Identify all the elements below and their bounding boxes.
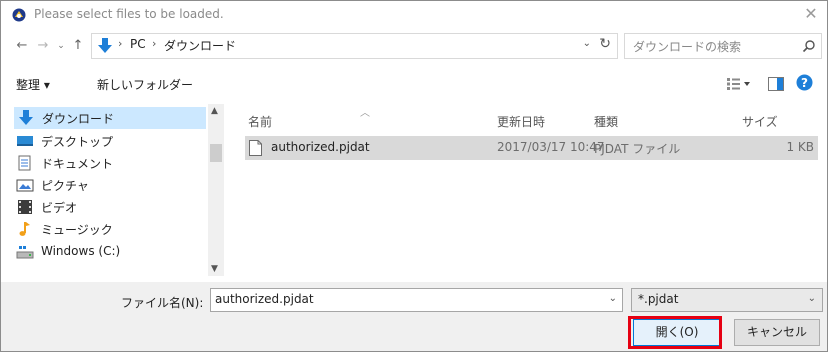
column-header-size[interactable]: サイズ: [742, 113, 778, 130]
file-size: 1 KB: [786, 140, 814, 154]
column-header-modified[interactable]: 更新日時: [497, 113, 545, 130]
back-arrow-icon[interactable]: ←: [15, 38, 29, 54]
scrollbar-thumb[interactable]: [210, 144, 222, 162]
new-folder-button[interactable]: 新しいフォルダー: [97, 76, 193, 93]
column-header-type[interactable]: 種類: [594, 113, 618, 130]
nav-item-label: ドキュメント: [41, 157, 114, 171]
refresh-icon[interactable]: ↻: [599, 36, 611, 52]
preview-pane-icon[interactable]: [768, 77, 784, 91]
scroll-up-arrow-icon[interactable]: ▲: [211, 106, 218, 116]
nav-item-music[interactable]: ミュージック: [16, 218, 216, 240]
nav-item-label: ダウンロード: [42, 112, 115, 126]
desktop-icon: [17, 136, 33, 146]
search-placeholder: ダウンロードの検索: [633, 40, 742, 54]
video-icon: [18, 200, 32, 214]
view-options-icon[interactable]: [727, 77, 753, 91]
nav-item-label: デスクトップ: [41, 135, 114, 149]
address-dropdown-icon[interactable]: ⌄: [583, 38, 591, 49]
filename-label: ファイル名(N):: [121, 296, 204, 310]
nav-item-label: ミュージック: [41, 223, 113, 237]
navigation-pane-scrollbar[interactable]: ▲ ▼: [208, 104, 224, 276]
music-note-icon: [19, 222, 30, 236]
file-list: ︿ 名前 更新日時 種類 サイズ authorized.pjdat 2017/0…: [235, 104, 827, 276]
sort-chevron-icon: ︿: [360, 108, 370, 119]
nav-item-label: ビデオ: [41, 201, 78, 215]
scroll-down-arrow-icon[interactable]: ▼: [211, 264, 218, 274]
nav-item-desktop[interactable]: デスクトップ: [16, 130, 216, 152]
file-type-filter-value: *.pjdat: [638, 292, 679, 306]
cancel-button[interactable]: キャンセル: [734, 319, 820, 346]
svg-text:?: ?: [801, 76, 808, 90]
address-bar[interactable]: › PC › ダウンロード ⌄ ↻: [91, 33, 618, 59]
nav-item-windows-drive[interactable]: Windows (C:): [16, 241, 216, 263]
close-button[interactable]: ✕: [802, 4, 820, 24]
breadcrumb-separator-icon: ›: [118, 37, 123, 50]
chevron-down-icon[interactable]: ⌄: [808, 293, 816, 304]
pictures-icon: [16, 179, 34, 192]
breadcrumb-downloads[interactable]: ダウンロード: [164, 37, 236, 54]
nav-item-label: ピクチャ: [41, 179, 89, 193]
documents-icon: [18, 155, 31, 171]
navigation-pane: ダウンロード デスクトップ ドキュメント ピクチャ ビデオ ミュージック Win…: [1, 104, 231, 276]
forward-arrow-icon[interactable]: →: [36, 38, 50, 54]
filename-input[interactable]: authorized.pjdat ⌄: [210, 288, 623, 312]
file-type-filter-select[interactable]: *.pjdat ⌄: [631, 288, 823, 312]
title-bar: Please select files to be loaded. ✕: [1, 1, 827, 29]
file-modified: 2017/03/17 10:47: [497, 140, 605, 154]
navigation-bar: ← → ⌄ ↑ › PC › ダウンロード ⌄ ↻ ダウンロードの検索: [1, 29, 827, 65]
window-title: Please select files to be loaded.: [34, 7, 224, 21]
file-type: PJDAT ファイル: [594, 142, 681, 156]
file-open-dialog: Please select files to be loaded. ✕ ← → …: [0, 0, 828, 352]
organize-menu-button[interactable]: 整理 ▾: [16, 76, 50, 93]
chevron-down-icon[interactable]: ⌄: [609, 293, 617, 304]
download-arrow-icon: [19, 110, 33, 125]
search-input[interactable]: ダウンロードの検索: [624, 33, 822, 59]
help-icon[interactable]: ?: [796, 74, 813, 91]
file-row[interactable]: authorized.pjdat 2017/03/17 10:47 PJDAT …: [245, 136, 818, 160]
filename-value: authorized.pjdat: [215, 292, 314, 306]
file-icon: [249, 140, 262, 156]
search-icon[interactable]: [802, 39, 816, 53]
open-button-highlight: [628, 316, 722, 349]
recent-locations-chevron-icon[interactable]: ⌄: [54, 38, 68, 54]
command-bar: 整理 ▾ 新しいフォルダー ?: [1, 69, 827, 99]
nav-item-videos[interactable]: ビデオ: [16, 196, 216, 218]
app-icon: [12, 8, 26, 22]
nav-item-pictures[interactable]: ピクチャ: [16, 174, 216, 196]
breadcrumb-separator-icon: ›: [152, 37, 157, 50]
nav-item-downloads[interactable]: ダウンロード: [14, 107, 206, 129]
nav-item-documents[interactable]: ドキュメント: [16, 152, 216, 174]
up-arrow-icon[interactable]: ↑: [71, 38, 85, 54]
drive-icon: [16, 246, 34, 259]
file-name: authorized.pjdat: [271, 140, 370, 154]
breadcrumb-pc[interactable]: PC: [130, 37, 146, 51]
column-header-name[interactable]: 名前: [248, 113, 272, 130]
nav-item-label: Windows (C:): [41, 244, 121, 258]
downloads-folder-icon: [98, 38, 112, 53]
